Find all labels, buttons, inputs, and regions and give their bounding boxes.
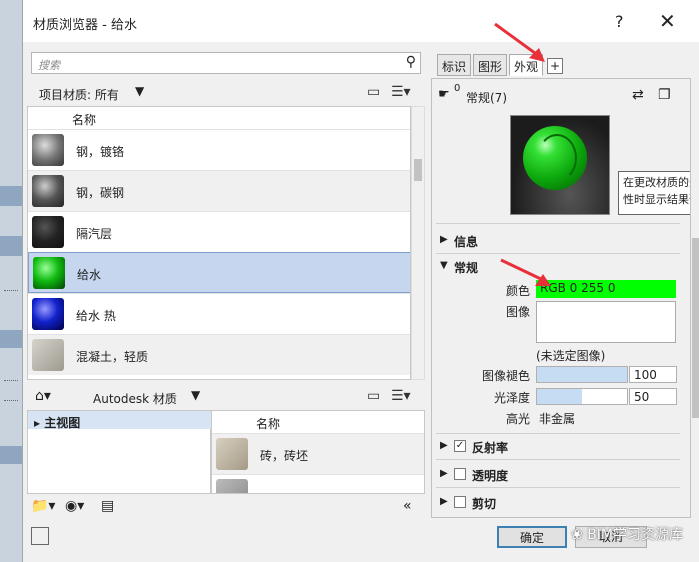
material-name: 砖，砖坯 bbox=[260, 449, 309, 463]
list-item[interactable]: 砖，砖坯 bbox=[212, 433, 424, 474]
library-folder-icon[interactable]: 📁▾ bbox=[31, 498, 55, 514]
library-list-options-icon[interactable]: ☰▾ bbox=[391, 388, 411, 404]
ok-button[interactable]: 确定 bbox=[497, 526, 567, 548]
column-header-name: 名称 bbox=[72, 113, 97, 127]
filter-label[interactable]: 项目材质: 所有 bbox=[39, 86, 119, 103]
library-column-name: 名称 bbox=[256, 417, 281, 431]
material-thumbnail bbox=[32, 216, 64, 248]
library-view-icon[interactable]: ▭ bbox=[367, 388, 380, 404]
library-tree: ▸ 主视图 bbox=[27, 410, 212, 494]
material-browser-dialog: 材质浏览器 - 给水 ? ✕ 搜索 ⚲ 项目材质: 所有 ▼ ▭ ☰▾ 名称 钢… bbox=[22, 0, 699, 562]
replace-asset-icon[interactable]: ⇄ bbox=[632, 87, 644, 103]
project-material-list: 名称 钢，镀铬 钢，碳钢 隔汽层 给水 给水 热 混凝土，轻质 bbox=[27, 106, 411, 380]
material-thumbnail bbox=[33, 257, 65, 289]
material-thumbnail bbox=[32, 175, 64, 207]
material-name: 钢，碳钢 bbox=[76, 186, 125, 200]
material-thumbnail bbox=[216, 438, 248, 470]
asset-header: ☛ 0 常规(7) ⇄ ❐ bbox=[436, 83, 684, 107]
list-scrollbar[interactable] bbox=[411, 106, 425, 380]
list-item[interactable]: 钢，镀铬 bbox=[28, 129, 410, 170]
image-fade-value[interactable]: 100 bbox=[629, 366, 677, 383]
material-name: 混凝土，轻质 bbox=[76, 350, 149, 364]
tree-root-main-view[interactable]: ▸ 主视图 bbox=[34, 414, 80, 431]
material-thumbnail bbox=[32, 298, 64, 330]
library-toolbar: 📁▾ ◉▾ ▤ « bbox=[27, 496, 425, 518]
glossiness-slider[interactable] bbox=[536, 388, 628, 405]
highlight-label: 高光 bbox=[505, 412, 530, 426]
list-item[interactable]: 混凝土，轻质 bbox=[28, 334, 410, 375]
section-generic[interactable]: ▼ 常规 bbox=[436, 257, 680, 277]
hand-icon: ☛ bbox=[438, 87, 450, 102]
section-info[interactable]: ▶ 信息 bbox=[436, 231, 680, 251]
asset-count: 0 bbox=[454, 83, 461, 94]
image-field[interactable] bbox=[536, 301, 676, 343]
list-item[interactable]: 隔汽层 bbox=[28, 211, 410, 252]
list-item[interactable] bbox=[212, 474, 424, 493]
section-transparency[interactable]: ▶ 透明度 bbox=[436, 465, 680, 485]
image-label: 图像 bbox=[505, 305, 530, 319]
section-cutout[interactable]: ▶ 剪切 bbox=[436, 493, 680, 513]
highlight-select[interactable]: 非金属 bbox=[536, 409, 676, 426]
material-thumbnail bbox=[32, 134, 64, 166]
library-name[interactable]: Autodesk 材质 bbox=[93, 390, 177, 407]
editor-toggle-icon[interactable]: ▤ bbox=[101, 498, 114, 514]
help-button[interactable]: ? bbox=[615, 12, 624, 31]
library-panel-icon[interactable] bbox=[31, 527, 49, 545]
duplicate-asset-icon[interactable]: ❐ bbox=[658, 87, 671, 103]
annotation-arrow-color bbox=[500, 258, 551, 286]
library-material-list: 名称 砖，砖坯 bbox=[211, 410, 425, 494]
annotation-arrow-tab bbox=[494, 22, 545, 62]
material-preview[interactable] bbox=[510, 115, 610, 215]
list-item[interactable]: 给水 bbox=[28, 252, 410, 293]
image-none-text: (未选定图像) bbox=[536, 349, 606, 363]
image-fade-label: 图像褪色 bbox=[481, 369, 530, 383]
expand-icon[interactable]: ▶ bbox=[440, 234, 448, 245]
preview-tooltip: 在更改材质的外 性时显示结果预 bbox=[618, 171, 690, 215]
material-name: 给水 热 bbox=[76, 309, 116, 323]
view-toggle-icon[interactable]: ▭ bbox=[367, 84, 380, 100]
expand-icon[interactable]: ▶ bbox=[440, 496, 448, 507]
asset-name: 常规(7) bbox=[466, 91, 507, 105]
search-placeholder: 搜索 bbox=[38, 59, 60, 72]
close-button[interactable]: ✕ bbox=[659, 9, 676, 33]
create-material-icon[interactable]: ◉▾ bbox=[65, 498, 84, 514]
color-field[interactable]: RGB 0 255 0 bbox=[536, 280, 676, 298]
preview-sphere bbox=[523, 126, 587, 190]
chevron-down-icon[interactable]: ▼ bbox=[135, 84, 144, 98]
section-reflectivity[interactable]: ▶ ✓ 反射率 bbox=[436, 437, 680, 457]
background-app-strip bbox=[0, 0, 22, 562]
list-options-icon[interactable]: ☰▾ bbox=[391, 84, 411, 100]
cutout-checkbox[interactable] bbox=[454, 496, 466, 508]
search-input[interactable]: 搜索 ⚲ bbox=[31, 52, 421, 74]
glossiness-label: 光泽度 bbox=[493, 391, 530, 405]
search-icon[interactable]: ⚲ bbox=[406, 54, 416, 70]
expand-icon[interactable]: ▶ bbox=[440, 440, 448, 451]
tooltip-line-2: 性时显示结果预 bbox=[623, 193, 690, 206]
collapse-icon[interactable]: ▼ bbox=[440, 260, 448, 271]
expand-icon[interactable]: ▶ bbox=[440, 468, 448, 479]
reflectivity-checkbox[interactable]: ✓ bbox=[454, 440, 466, 452]
tab-identity[interactable]: 标识 bbox=[437, 54, 471, 76]
material-thumbnail bbox=[216, 479, 248, 493]
watermark: ❀ BIM学习资源库 bbox=[571, 527, 683, 543]
material-name: 钢，镀铬 bbox=[76, 145, 125, 159]
image-fade-slider[interactable] bbox=[536, 366, 628, 383]
chevron-down-icon[interactable]: ▼ bbox=[191, 388, 200, 402]
material-name: 隔汽层 bbox=[76, 227, 113, 241]
tooltip-line-1: 在更改材质的外 bbox=[623, 176, 690, 189]
list-item[interactable]: 给水 热 bbox=[28, 293, 410, 334]
window-title: 材质浏览器 - 给水 bbox=[33, 18, 137, 33]
home-icon[interactable]: ⌂▾ bbox=[35, 388, 51, 404]
list-item[interactable]: 钢，碳钢 bbox=[28, 170, 410, 211]
glossiness-value[interactable]: 50 bbox=[629, 388, 677, 405]
material-name: 给水 bbox=[77, 268, 102, 282]
material-thumbnail bbox=[32, 339, 64, 371]
appearance-scrollbar[interactable] bbox=[691, 78, 699, 518]
transparency-checkbox[interactable] bbox=[454, 468, 466, 480]
collapse-icon[interactable]: « bbox=[403, 498, 412, 514]
appearance-panel: ☛ 0 常规(7) ⇄ ❐ 在更改材质的外 性时显示结果预 ▶ 信息 ▼ 常规 … bbox=[431, 78, 691, 518]
title-bar: 材质浏览器 - 给水 ? ✕ bbox=[23, 0, 699, 42]
